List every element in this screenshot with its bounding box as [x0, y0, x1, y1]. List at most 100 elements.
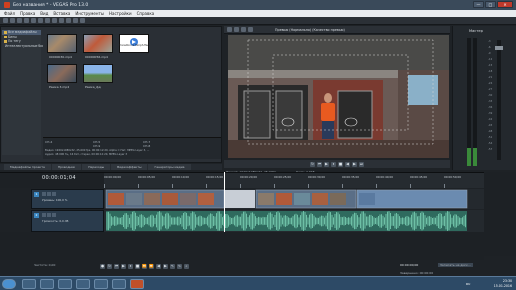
timeline-transport: ● ↻ ⏮ ▶ ⏸ ■ ⏪ ⏩ ◀ ▶ ↖ ∿ ⌕ — [100, 262, 390, 270]
playhead-cursor[interactable] — [224, 172, 225, 232]
go-start-icon[interactable]: ⏪ — [142, 263, 147, 269]
media-thumbnail[interactable] — [47, 34, 77, 53]
snap-icon[interactable] — [73, 18, 78, 23]
loop-icon[interactable]: ↻ — [107, 263, 112, 269]
tree-item-smart-bins[interactable]: Интеллектуальные бины — [2, 44, 47, 49]
preview-settings-icon[interactable] — [227, 27, 232, 32]
pause-icon[interactable]: ⏸ — [331, 161, 336, 167]
paste-icon[interactable] — [52, 18, 57, 23]
go-end-icon[interactable]: ⏭ — [359, 161, 364, 167]
audio-track[interactable] — [104, 210, 484, 232]
properties-icon[interactable] — [31, 18, 36, 23]
media-thumbnail-label: Transition & Morph.flac — [119, 44, 149, 47]
new-project-icon[interactable] — [3, 18, 8, 23]
stop-icon[interactable]: ■ — [338, 161, 343, 167]
play-icon[interactable]: ▶ — [121, 263, 126, 269]
track-level-label: Уровень: 100,0 % — [42, 198, 68, 202]
audio-track-header[interactable]: 2 Громкость: 0,0 dB — [31, 210, 104, 232]
taskbar-app-icon[interactable] — [94, 279, 108, 289]
master-meter-right — [473, 38, 477, 166]
envelope-tool-icon[interactable]: ∿ — [177, 263, 182, 269]
pause-icon[interactable]: ⏸ — [128, 263, 133, 269]
mute-icon[interactable] — [42, 192, 46, 196]
taskbar-app-icon[interactable] — [76, 279, 90, 289]
prev-frame-icon[interactable]: ◀ — [156, 263, 161, 269]
close-button[interactable]: ✕ — [497, 1, 513, 8]
open-icon[interactable] — [10, 18, 15, 23]
zoom-tool-icon[interactable]: ⌕ — [184, 263, 189, 269]
track-number: 2 — [34, 213, 39, 218]
master-fader-handle[interactable] — [495, 46, 503, 50]
meter-tick: -24 — [488, 82, 493, 85]
menu-help[interactable]: Справка — [137, 11, 155, 16]
title-bar: Без названия * - VEGAS Pro 13.0 — □ ✕ — [0, 0, 516, 10]
cut-icon[interactable] — [38, 18, 43, 23]
tab-media-generators[interactable]: Генераторы медиа — [148, 164, 191, 170]
split-screen-icon[interactable] — [234, 27, 239, 32]
tab-transitions[interactable]: Переходы — [82, 164, 111, 170]
next-frame-icon[interactable]: ▶ — [163, 263, 168, 269]
tab-video-fx[interactable]: Видеоэффекты — [111, 164, 148, 170]
prev-frame-icon[interactable]: ◀ — [345, 161, 350, 167]
help-icon[interactable] — [80, 18, 85, 23]
meter-tick: -18 — [488, 70, 493, 73]
solo-icon[interactable] — [47, 213, 51, 217]
play-from-start-icon[interactable]: ⏮ — [114, 263, 119, 269]
taskbar-app-icon[interactable] — [112, 279, 126, 289]
overlays-icon[interactable] — [241, 27, 246, 32]
redo-icon[interactable] — [66, 18, 71, 23]
fx-icon[interactable] — [52, 192, 56, 196]
menu-insert[interactable]: Вставка — [53, 11, 70, 16]
menu-tools[interactable]: Инструменты — [75, 11, 104, 16]
audio-waveform — [106, 211, 467, 231]
start-button[interactable] — [2, 279, 16, 289]
meter-tick: -39 — [488, 112, 493, 115]
menu-file[interactable]: Файл — [4, 11, 15, 16]
taskbar-browser-icon[interactable] — [22, 279, 36, 289]
taskbar-explorer-icon[interactable] — [40, 279, 54, 289]
media-thumbnail[interactable] — [47, 64, 77, 83]
taskbar-vegas-icon[interactable] — [130, 279, 144, 289]
tab-explorer[interactable]: Проводник — [51, 164, 82, 170]
tab-project-media[interactable]: Медиафайлы проекта — [4, 164, 51, 170]
project-media-panel: Все медиафайлы Бины По тегу Интеллектуал… — [0, 26, 222, 163]
meter-tick: -54 — [488, 142, 493, 145]
snapshot-icon[interactable] — [248, 27, 253, 32]
stop-icon[interactable]: ■ — [135, 263, 140, 269]
preview-frame — [228, 35, 449, 158]
minimize-button[interactable]: — — [473, 1, 484, 8]
play-from-start-icon[interactable]: ⏮ — [317, 161, 322, 167]
edit-tool-icon[interactable]: ↖ — [170, 263, 175, 269]
menu-view[interactable]: Вид — [40, 11, 48, 16]
copy-icon[interactable] — [45, 18, 50, 23]
media-thumbnail[interactable] — [83, 64, 113, 83]
solo-icon[interactable] — [47, 192, 51, 196]
undo-icon[interactable] — [59, 18, 64, 23]
time-ruler[interactable]: 00:00:00;00 00:00:05;00 00:00:10;00 00:0… — [104, 172, 484, 188]
video-track[interactable] — [104, 189, 484, 209]
render-button[interactable]: Записать на диск... — [438, 263, 473, 267]
render-icon[interactable] — [24, 18, 29, 23]
preview-quality-label[interactable]: Превью (Нормально) (Качество превью) — [275, 28, 345, 32]
fx-icon[interactable] — [52, 213, 56, 217]
menu-edit[interactable]: Правка — [20, 11, 35, 16]
meter-tick: -57 — [488, 148, 493, 151]
save-icon[interactable] — [17, 18, 22, 23]
meter-tick: -36 — [488, 106, 493, 109]
record-icon[interactable]: ● — [100, 263, 105, 269]
maximize-button[interactable]: □ — [485, 1, 496, 8]
language-indicator[interactable]: RU — [466, 282, 470, 286]
system-clock[interactable]: 23:30 15.01.2016 — [494, 279, 512, 288]
next-frame-icon[interactable]: ▶ — [352, 161, 357, 167]
mute-icon[interactable] — [42, 213, 46, 217]
play-icon[interactable]: ▶ — [324, 161, 329, 167]
taskbar-media-icon[interactable] — [58, 279, 72, 289]
menu-options[interactable]: Настройки — [109, 11, 132, 16]
loop-icon[interactable]: ↻ — [310, 161, 315, 167]
media-thumbnail[interactable] — [83, 34, 113, 53]
go-end-icon[interactable]: ⏩ — [149, 263, 154, 269]
timeline-empty-area — [0, 232, 484, 260]
media-thumbnail-label: 00000030.mp4 — [49, 55, 72, 59]
video-track-header[interactable]: 1 Уровень: 100,0 % — [31, 189, 104, 209]
ruler-label: 00:00:00;00 — [104, 175, 122, 179]
